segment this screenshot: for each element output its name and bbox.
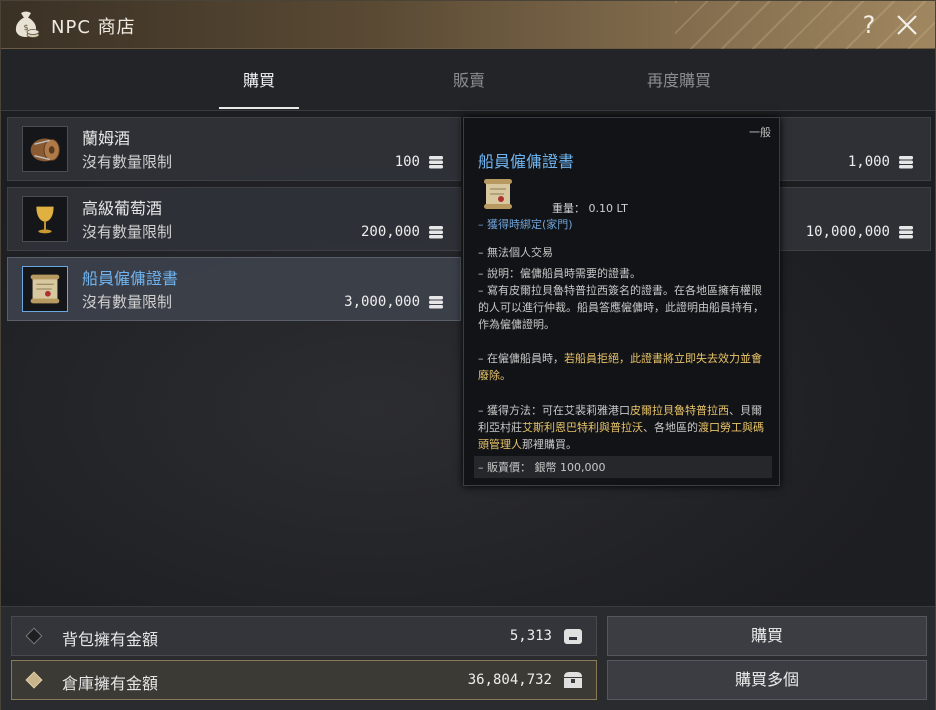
- tooltip-trade: – 無法個人交易: [478, 246, 553, 259]
- tooltip-sell-price-bar: – 販賣價： 銀幣 100,000: [474, 456, 772, 478]
- npc-shop-window: $ NPC 商店 ? 購買 販賣 再度購買 蘭姆酒 沒有數量限制 100 高級葡…: [0, 0, 936, 710]
- diamond-radio-icon[interactable]: [25, 671, 43, 689]
- tooltip-warning-prefix: – 在僱傭船員時，: [478, 352, 564, 365]
- coin-stack-icon: [899, 226, 913, 239]
- tooltip-desc-title: – 說明：僱傭船員時需要的證書。: [478, 267, 641, 280]
- shop-tabs: 購買 販賣 再度購買: [1, 49, 935, 111]
- active-tab-indicator: [219, 107, 299, 109]
- tooltip-obtain-gold1: 皮爾拉貝魯特普拉西: [630, 404, 729, 417]
- item-limit: 沒有數量限制: [82, 153, 173, 171]
- item-crew-certificate[interactable]: 船員僱傭證書 沒有數量限制 3,000,000: [7, 257, 461, 321]
- inventory-money-label: 背包擁有金額: [62, 630, 159, 649]
- coin-stack-icon: [899, 156, 913, 169]
- item-fine-wine[interactable]: 高級葡萄酒 沒有數量限制 200,000: [7, 187, 461, 251]
- help-button[interactable]: ?: [855, 10, 883, 40]
- tab-sell[interactable]: 販賣: [409, 67, 529, 91]
- tab-buy[interactable]: 購買: [199, 67, 319, 91]
- tooltip-desc-body: – 寫有皮爾拉貝魯特普拉西簽名的證書。在各地區擁有權限的人可以進行仲裁。船員答應…: [478, 284, 764, 331]
- title-bar[interactable]: $ NPC 商店 ?: [1, 1, 935, 49]
- item-tooltip: 一般 船員僱傭證書 重量： 0.10 LT – 獲得時綁定(家門) – 無法個人…: [463, 117, 780, 486]
- tooltip-obtain: – 獲得方法：可在艾裴莉雅港口皮爾拉貝魯特普拉西、貝爾利亞村莊艾斯利恩巴特利與普…: [478, 402, 770, 453]
- item-limit: 沒有數量限制: [82, 293, 173, 311]
- item-limit: 沒有數量限制: [82, 223, 173, 241]
- inventory-money-row[interactable]: 背包擁有金額 5,313: [11, 616, 597, 656]
- money-bag-icon: $: [15, 11, 40, 38]
- inventory-money-value: 5,313: [509, 628, 552, 644]
- tooltip-warning: – 在僱傭船員時，若船員拒絕，此證書將立即失去效力並會廢除。: [478, 350, 770, 384]
- scroll-icon: [484, 179, 512, 209]
- window-title: NPC 商店: [51, 17, 136, 38]
- item-rum[interactable]: 蘭姆酒 沒有數量限制 100: [7, 117, 461, 181]
- tooltip-weight: 重量： 0.10 LT: [552, 202, 628, 215]
- warehouse-chest-icon: [564, 672, 582, 688]
- scroll-icon: [22, 266, 68, 312]
- item-name: 高級葡萄酒: [82, 199, 163, 218]
- coin-stack-icon: [429, 296, 443, 309]
- item-name: 蘭姆酒: [82, 129, 131, 148]
- item-name: 船員僱傭證書: [82, 269, 179, 288]
- item-price: 1,000: [847, 154, 890, 170]
- tooltip-bind: – 獲得時綁定(家門): [478, 218, 573, 231]
- tooltip-grade: 一般: [749, 126, 771, 139]
- coin-stack-icon: [429, 226, 443, 239]
- item-price: 100: [394, 154, 420, 170]
- tooltip-obtain-prefix: – 獲得方法：可在艾裴莉雅港口: [478, 404, 630, 417]
- item-price: 200,000: [360, 224, 420, 240]
- tooltip-obtain-gold2: 艾斯利恩巴特利與普拉沃: [522, 421, 643, 434]
- warehouse-money-row[interactable]: 倉庫擁有金額 36,804,732: [11, 660, 597, 700]
- warehouse-money-value: 36,804,732: [467, 672, 552, 688]
- inventory-bag-icon: [564, 629, 582, 644]
- tooltip-sell-price: – 販賣價： 銀幣 100,000: [478, 461, 606, 474]
- buy-multiple-button[interactable]: 購買多個: [607, 660, 927, 700]
- svg-text:$: $: [23, 23, 28, 32]
- tooltip-obtain-end: 那裡購買。: [522, 438, 577, 451]
- buy-button[interactable]: 購買: [607, 616, 927, 656]
- tooltip-obtain-mid2: 、各地區的: [643, 421, 698, 434]
- coin-stack-icon: [429, 156, 443, 169]
- warehouse-money-label: 倉庫擁有金額: [62, 674, 159, 693]
- barrel-icon: [22, 126, 68, 172]
- tab-buyback[interactable]: 再度購買: [619, 67, 739, 91]
- tooltip-item-name: 船員僱傭證書: [478, 152, 575, 171]
- item-price: 3,000,000: [344, 294, 420, 310]
- close-icon[interactable]: [893, 10, 921, 40]
- diamond-radio-icon[interactable]: [25, 627, 43, 645]
- goblet-icon: [22, 196, 68, 242]
- item-price: 10,000,000: [805, 224, 890, 240]
- bottom-panel: 背包擁有金額 5,313 倉庫擁有金額 36,804,732 購買 購買多個: [1, 606, 935, 710]
